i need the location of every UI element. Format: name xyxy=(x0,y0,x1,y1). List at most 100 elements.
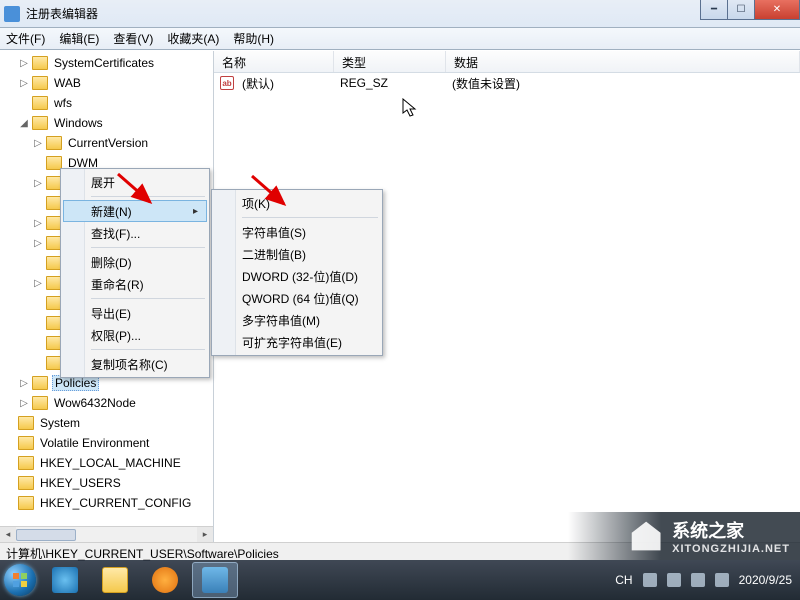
tree-node[interactable]: HKEY_LOCAL_MACHINE xyxy=(4,453,213,473)
tree-hscroll[interactable]: ◂ ▸ xyxy=(0,526,213,542)
taskbar: CH 2020/9/25 xyxy=(0,560,800,600)
list-row[interactable]: ab (默认) REG_SZ (数值未设置) xyxy=(214,73,800,93)
expand-toggle-icon[interactable]: ▷ xyxy=(18,378,30,389)
start-button[interactable] xyxy=(0,560,40,600)
tree-node[interactable]: ▷ Wow6432Node xyxy=(4,393,213,413)
tree-node[interactable]: Volatile Environment xyxy=(4,433,213,453)
folder-icon xyxy=(46,136,62,150)
col-name[interactable]: 名称 xyxy=(214,51,334,72)
watermark-logo-icon xyxy=(628,520,664,552)
tree-label: HKEY_CURRENT_CONFIG xyxy=(38,496,193,510)
tree-node[interactable]: wfs xyxy=(4,93,213,113)
folder-icon xyxy=(32,376,48,390)
expand-toggle-icon[interactable]: ▷ xyxy=(32,218,44,229)
sub-key[interactable]: 项(K) xyxy=(214,192,380,214)
sub-dword[interactable]: DWORD (32-位)值(D) xyxy=(214,265,380,287)
title-bar: 注册表编辑器 ━ ☐ ✕ xyxy=(0,0,800,28)
folder-icon xyxy=(32,56,48,70)
folder-icon xyxy=(32,396,48,410)
new-submenu: 项(K) 字符串值(S) 二进制值(B) DWORD (32-位)值(D) QW… xyxy=(211,189,383,356)
scroll-right-icon[interactable]: ▸ xyxy=(197,527,213,542)
tray-flag-icon[interactable] xyxy=(667,573,681,587)
window-title: 注册表编辑器 xyxy=(26,5,796,22)
col-data[interactable]: 数据 xyxy=(446,51,800,72)
tree-label: Volatile Environment xyxy=(38,436,151,450)
tree-node[interactable]: HKEY_USERS xyxy=(4,473,213,493)
folder-icon xyxy=(18,416,34,430)
ctx-export[interactable]: 导出(E) xyxy=(63,302,207,324)
sub-expandstring[interactable]: 可扩充字符串值(E) xyxy=(214,331,380,353)
ime-indicator[interactable]: CH xyxy=(615,573,632,587)
string-value-icon: ab xyxy=(220,76,234,90)
ctx-copykeyname[interactable]: 复制项名称(C) xyxy=(63,353,207,375)
close-button[interactable]: ✕ xyxy=(754,0,800,20)
value-data: (数值未设置) xyxy=(444,75,528,92)
sub-binary[interactable]: 二进制值(B) xyxy=(214,243,380,265)
menu-favorites[interactable]: 收藏夹(A) xyxy=(167,30,219,47)
explorer-icon xyxy=(102,567,128,593)
folder-icon xyxy=(32,96,48,110)
tree-label: HKEY_LOCAL_MACHINE xyxy=(38,456,183,470)
folder-icon xyxy=(32,116,48,130)
menu-file[interactable]: 文件(F) xyxy=(6,30,45,47)
tree-label: WAB xyxy=(52,76,83,90)
tray-date: 2020/9/25 xyxy=(739,573,792,587)
tree-label: Windows xyxy=(52,116,105,130)
tree-node[interactable]: ◢ Windows xyxy=(4,113,213,133)
expand-toggle-icon[interactable]: ▷ xyxy=(32,278,44,289)
ctx-delete[interactable]: 删除(D) xyxy=(63,251,207,273)
menu-view[interactable]: 查看(V) xyxy=(113,30,153,47)
expand-toggle-icon[interactable]: ▷ xyxy=(32,138,44,149)
taskbar-explorer[interactable] xyxy=(92,562,138,598)
expand-toggle-icon[interactable]: ◢ xyxy=(18,118,30,129)
minimize-button[interactable]: ━ xyxy=(700,0,728,20)
ctx-rename[interactable]: 重命名(R) xyxy=(63,273,207,295)
tray-clock[interactable]: 2020/9/25 xyxy=(739,574,792,587)
col-type[interactable]: 类型 xyxy=(334,51,446,72)
expand-toggle-icon[interactable]: ▷ xyxy=(18,398,30,409)
tray-network-icon[interactable] xyxy=(691,573,705,587)
folder-icon xyxy=(18,496,34,510)
menu-help[interactable]: 帮助(H) xyxy=(233,30,274,47)
tree-node[interactable]: ▷ WAB xyxy=(4,73,213,93)
tree-node[interactable]: HKEY_CURRENT_CONFIG xyxy=(4,493,213,513)
annotation-arrow-1 xyxy=(114,170,158,210)
sub-string[interactable]: 字符串值(S) xyxy=(214,221,380,243)
tree-label: Wow6432Node xyxy=(52,396,138,410)
value-type: REG_SZ xyxy=(332,76,444,90)
tree-label: System xyxy=(38,416,82,430)
menu-bar: 文件(F) 编辑(E) 查看(V) 收藏夹(A) 帮助(H) xyxy=(0,28,800,50)
taskbar-ie[interactable] xyxy=(42,562,88,598)
tree-node[interactable]: System xyxy=(4,413,213,433)
ctx-find[interactable]: 查找(F)... xyxy=(63,222,207,244)
regedit-task-icon xyxy=(202,567,228,593)
maximize-button[interactable]: ☐ xyxy=(727,0,755,20)
folder-icon xyxy=(18,476,34,490)
expand-toggle-icon[interactable]: ▷ xyxy=(18,78,30,89)
system-tray: CH 2020/9/25 xyxy=(615,573,800,587)
ctx-permissions[interactable]: 权限(P)... xyxy=(63,324,207,346)
tree-label: SystemCertificates xyxy=(52,56,156,70)
expand-toggle-icon[interactable]: ▷ xyxy=(32,178,44,189)
taskbar-regedit[interactable] xyxy=(192,562,238,598)
sub-multistring[interactable]: 多字符串值(M) xyxy=(214,309,380,331)
scroll-left-icon[interactable]: ◂ xyxy=(0,527,16,542)
sub-qword[interactable]: QWORD (64 位)值(Q) xyxy=(214,287,380,309)
expand-toggle-icon[interactable]: ▷ xyxy=(18,58,30,69)
ie-icon xyxy=(52,567,78,593)
tree-node[interactable]: ▷ CurrentVersion xyxy=(4,133,213,153)
watermark-url: XITONGZHIJIA.NET xyxy=(672,543,790,555)
windows-logo-icon xyxy=(4,564,36,596)
tree-label: wfs xyxy=(52,96,74,110)
expand-toggle-icon[interactable]: ▷ xyxy=(32,238,44,249)
scroll-thumb[interactable] xyxy=(16,529,76,541)
annotation-arrow-2 xyxy=(248,172,292,212)
tray-icon-1[interactable] xyxy=(643,573,657,587)
window-buttons: ━ ☐ ✕ xyxy=(701,0,800,20)
wmp-icon xyxy=(152,567,178,593)
tree-label: CurrentVersion xyxy=(66,136,150,150)
tree-node[interactable]: ▷ SystemCertificates xyxy=(4,53,213,73)
taskbar-mediaplayer[interactable] xyxy=(142,562,188,598)
tray-volume-icon[interactable] xyxy=(715,573,729,587)
menu-edit[interactable]: 编辑(E) xyxy=(59,30,99,47)
